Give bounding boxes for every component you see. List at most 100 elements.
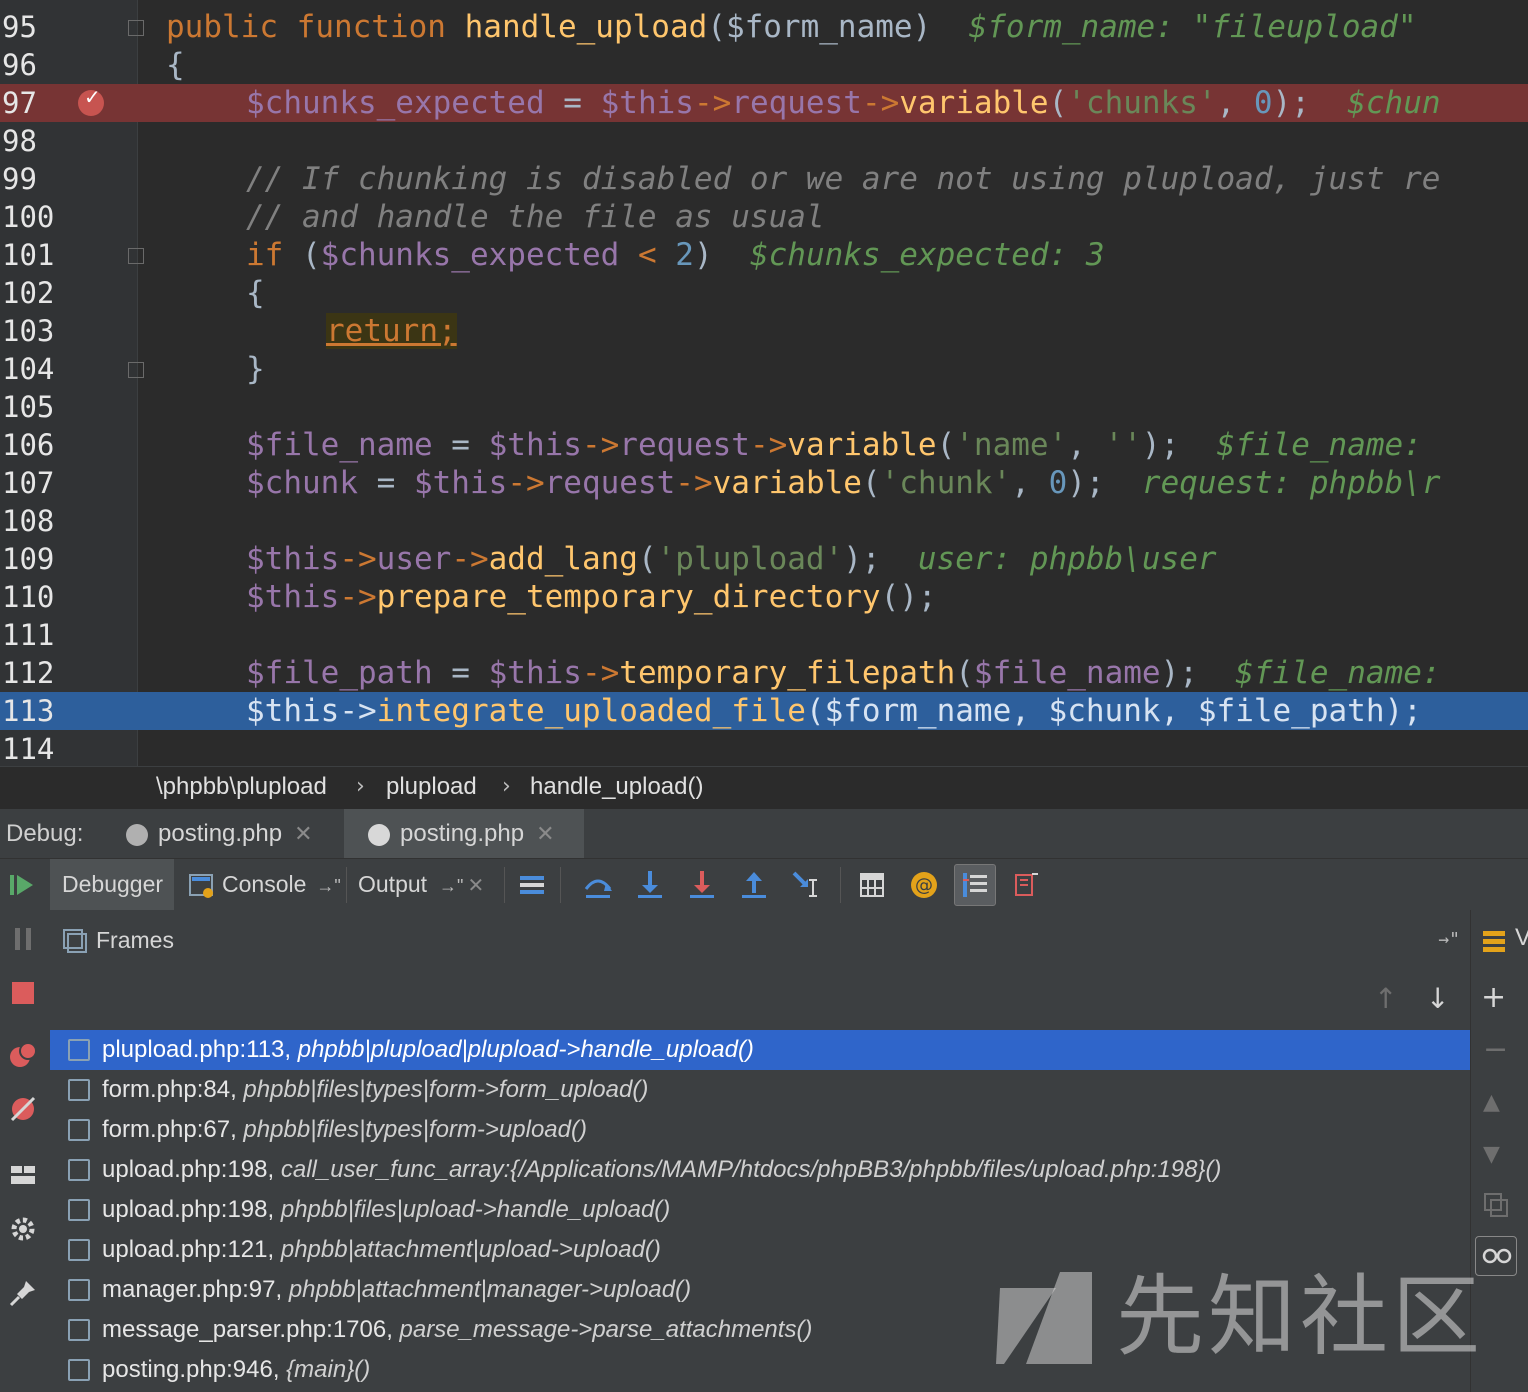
output-label: Output xyxy=(358,871,428,897)
tab-console[interactable]: Console →" xyxy=(184,859,344,911)
view-breakpoints-icon[interactable] xyxy=(8,1040,38,1070)
breadcrumb-item[interactable]: handle_upload() xyxy=(530,767,703,809)
fold-marker-icon[interactable] xyxy=(128,20,144,36)
watermark-text: 先知社区 xyxy=(1116,1265,1485,1368)
logo-icon xyxy=(996,1272,1092,1364)
debug-session-tab[interactable]: posting.php ✕ xyxy=(110,809,332,859)
pause-icon[interactable] xyxy=(8,924,38,954)
frame-icon xyxy=(68,1319,90,1341)
frames-title: Frames xyxy=(96,927,174,953)
breadcrumb-item[interactable]: plupload xyxy=(386,767,477,809)
code-text: if ($chunks_expected < 2) $chunks_expect… xyxy=(246,237,1105,273)
code-line-109[interactable]: 109 $this->user->add_lang('plupload'); u… xyxy=(0,540,1528,578)
line-number: 113 xyxy=(2,694,55,728)
line-number: 109 xyxy=(2,542,55,576)
pin-icon[interactable] xyxy=(8,1278,38,1308)
frame-location: upload.php:121, phpbb|attachment|upload-… xyxy=(102,1230,661,1270)
debug-session-tab-active[interactable]: posting.php ✕ xyxy=(344,809,584,859)
code-line-96[interactable]: 96 { xyxy=(0,46,1528,84)
copy-icon[interactable] xyxy=(1483,1192,1509,1218)
at-sign-icon[interactable]: @ xyxy=(908,869,940,901)
frame-row[interactable]: upload.php:198, phpbb|files|upload->hand… xyxy=(50,1190,1470,1230)
frame-row-selected[interactable]: plupload.php:113, phpbb|plupload|pluploa… xyxy=(50,1030,1470,1070)
code-line-99[interactable]: 99 // If chunking is disabled or we are … xyxy=(0,160,1528,198)
frame-function: phpbb|attachment|manager->upload() xyxy=(288,1276,692,1303)
resume-icon[interactable] xyxy=(6,869,38,901)
pin-arrow-icon[interactable]: →" xyxy=(439,876,463,896)
code-line-113-current[interactable]: 113 $this->integrate_uploaded_file($form… xyxy=(0,692,1528,730)
frame-row[interactable]: form.php:67, phpbb|files|types|form->upl… xyxy=(50,1110,1470,1150)
svg-text:@: @ xyxy=(915,875,933,896)
variables-icon xyxy=(1483,931,1505,952)
frame-icon xyxy=(68,1239,90,1261)
close-icon[interactable]: ✕ xyxy=(467,875,484,897)
code-line-102[interactable]: 102 { xyxy=(0,274,1528,312)
arrow-down-icon[interactable]: ↓ xyxy=(1426,970,1449,1028)
layout-icon[interactable] xyxy=(8,1160,38,1190)
code-text: $chunk = $this->request->variable('chunk… xyxy=(246,465,1441,501)
pin-arrow-icon[interactable]: →" xyxy=(1438,910,1460,970)
code-line-98[interactable]: 98 xyxy=(0,122,1528,160)
frames-icon xyxy=(63,929,87,953)
frame-location: posting.php:946, {main}() xyxy=(102,1350,370,1390)
pin-arrow-icon[interactable]: →" xyxy=(316,876,340,896)
frame-function: phpbb|files|types|form->upload() xyxy=(243,1116,587,1143)
chevron-right-icon: › xyxy=(502,774,511,799)
tab-output[interactable]: Output →" ✕ xyxy=(358,859,498,911)
code-line-97-breakpoint[interactable]: 97 $chunks_expected = $this->request->va… xyxy=(0,84,1528,122)
code-line-105[interactable]: 105 xyxy=(0,388,1528,426)
step-over-icon[interactable] xyxy=(582,869,614,901)
arrow-up-icon[interactable]: ↑ xyxy=(1374,970,1397,1028)
evaluate-expression-icon[interactable] xyxy=(856,869,888,901)
close-icon[interactable]: ✕ xyxy=(536,821,554,846)
frame-file-line: manager.php:97, xyxy=(102,1276,283,1303)
code-line-95[interactable]: 95 public function handle_upload($form_n… xyxy=(0,8,1528,46)
frame-location: plupload.php:113, phpbb|plupload|pluploa… xyxy=(102,1030,754,1070)
frame-file-line: form.php:67, xyxy=(102,1116,237,1143)
move-down-icon[interactable]: ▼ xyxy=(1483,1142,1500,1167)
code-line-106[interactable]: 106 $file_name = $this->request->variabl… xyxy=(0,426,1528,464)
restore-layout-icon[interactable] xyxy=(1010,869,1042,901)
code-line-110[interactable]: 110 $this->prepare_temporary_directory()… xyxy=(0,578,1528,616)
code-line-111[interactable]: 111 xyxy=(0,616,1528,654)
line-number: 111 xyxy=(2,618,55,652)
remove-icon[interactable]: − xyxy=(1483,1032,1508,1067)
frame-location: form.php:67, phpbb|files|types|form->upl… xyxy=(102,1110,587,1150)
step-out-icon[interactable] xyxy=(738,869,770,901)
console-label: Console xyxy=(222,871,307,897)
breadcrumb-item[interactable]: \phpbb\plupload xyxy=(156,767,327,809)
tab-debugger[interactable]: Debugger xyxy=(50,859,174,911)
code-line-112[interactable]: 112 $file_path = $this->temporary_filepa… xyxy=(0,654,1528,692)
bug-icon xyxy=(126,823,148,846)
frame-row[interactable]: upload.php:198, call_user_func_array:{/A… xyxy=(50,1150,1470,1190)
fold-marker-icon[interactable] xyxy=(128,248,144,264)
code-text: $this->user->add_lang('plupload'); user:… xyxy=(246,541,1217,577)
variables-tab-label[interactable]: V xyxy=(1515,924,1528,952)
code-line-100[interactable]: 100 // and handle the file as usual xyxy=(0,198,1528,236)
code-line-103[interactable]: 103 return; xyxy=(0,312,1528,350)
frame-icon xyxy=(68,1199,90,1221)
run-to-cursor-icon[interactable] xyxy=(790,869,822,901)
code-line-104[interactable]: 104 } xyxy=(0,350,1528,388)
show-values-inline-icon[interactable] xyxy=(959,869,991,901)
frame-icon xyxy=(68,1159,90,1181)
frame-function: phpbb|files|upload->handle_upload() xyxy=(280,1196,671,1223)
show-execution-point-icon[interactable] xyxy=(516,869,548,901)
frame-row[interactable]: form.php:84, phpbb|files|types|form->for… xyxy=(50,1070,1470,1110)
gear-icon[interactable] xyxy=(8,1214,38,1244)
mute-breakpoints-icon[interactable] xyxy=(8,1094,38,1124)
force-step-into-icon[interactable] xyxy=(686,869,718,901)
code-line-107[interactable]: 107 $chunk = $this->request->variable('c… xyxy=(0,464,1528,502)
code-text: $this->prepare_temporary_directory(); xyxy=(246,579,937,615)
move-up-icon[interactable]: ▲ xyxy=(1483,1090,1500,1115)
add-icon[interactable]: + xyxy=(1481,980,1506,1015)
code-line-101[interactable]: 101 if ($chunks_expected < 2) $chunks_ex… xyxy=(0,236,1528,274)
line-number: 112 xyxy=(2,656,55,690)
code-line-114[interactable]: 114 xyxy=(0,730,1528,766)
stop-icon[interactable] xyxy=(8,978,38,1008)
fold-marker-icon[interactable] xyxy=(128,362,144,378)
step-into-icon[interactable] xyxy=(634,869,666,901)
code-line-108[interactable]: 108 xyxy=(0,502,1528,540)
close-icon[interactable]: ✕ xyxy=(294,821,312,846)
code-editor[interactable]: 95 public function handle_upload($form_n… xyxy=(0,0,1528,766)
